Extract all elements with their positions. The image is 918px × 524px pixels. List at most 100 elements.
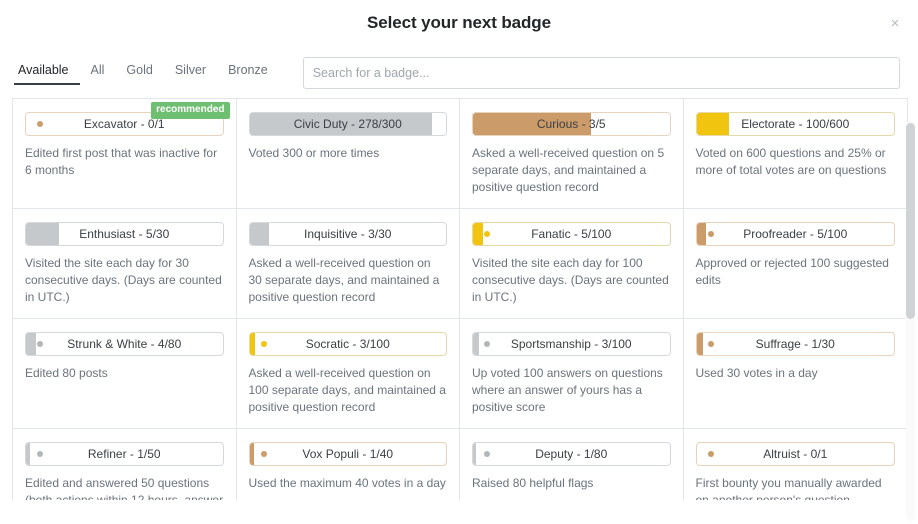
badge-progress-label: Excavator - 0/1 bbox=[83, 117, 165, 131]
badge-filter-tabs: Available All Gold Silver Bronze bbox=[14, 60, 279, 87]
badge-card[interactable]: Altruist - 0/1 First bounty you manually … bbox=[683, 429, 907, 500]
search-input[interactable] bbox=[302, 57, 900, 89]
badge-progress-label: Socratic - 3/100 bbox=[305, 337, 390, 351]
badge-card[interactable]: Electorate - 100/600 Voted on 600 questio… bbox=[683, 99, 907, 209]
badge-progress-label: Civic Duty - 278/300 bbox=[293, 117, 402, 131]
badge-progress-label: Proofreader - 5/100 bbox=[743, 227, 848, 241]
badge-grid: Excavator - 0/1 recommended Edited first p… bbox=[13, 99, 907, 500]
badge-pill-wrapper: Proofreader - 5/100 bbox=[695, 222, 895, 246]
badge-progress-pill[interactable]: Suffrage - 1/30 bbox=[695, 332, 895, 356]
badge-card[interactable]: Fanatic - 5/100 Visited the site each day… bbox=[460, 209, 684, 319]
badge-pill-wrapper: Deputy - 1/80 bbox=[472, 442, 671, 466]
badge-description: Visited the site each day for 100 consec… bbox=[472, 256, 669, 304]
badge-card[interactable]: Suffrage - 1/30 Used 30 votes in a day bbox=[683, 319, 907, 429]
badge-description: Asked a well-received question on 100 se… bbox=[248, 366, 446, 414]
badge-description: Edited first post that was inactive for … bbox=[25, 146, 218, 177]
tab-silver[interactable]: Silver bbox=[164, 60, 217, 85]
badge-card[interactable]: Sportsmanship - 3/100 Up voted 100 answer… bbox=[460, 319, 684, 429]
badge-description: Edited and answered 50 questions (both a… bbox=[25, 476, 224, 500]
badge-pill-wrapper: Strunk & White - 4/80 bbox=[25, 332, 224, 356]
badge-progress-pill[interactable]: Curious - 3/5 bbox=[472, 112, 671, 136]
badge-tier-dot-icon bbox=[707, 231, 714, 237]
badge-progress-label: Fanatic - 5/100 bbox=[531, 227, 612, 241]
badge-description: Raised 80 helpful flags bbox=[472, 476, 594, 490]
tab-available[interactable]: Available bbox=[14, 60, 80, 85]
badge-pill-wrapper: Sportsmanship - 3/100 bbox=[472, 332, 671, 356]
tab-gold[interactable]: Gold bbox=[115, 60, 163, 85]
badge-description: Voted 300 or more times bbox=[248, 146, 380, 160]
badge-progress-label: Curious - 3/5 bbox=[536, 117, 606, 131]
badge-progress-fill bbox=[473, 443, 476, 465]
search-wrapper bbox=[302, 57, 900, 89]
badge-card[interactable]: Enthusiast - 5/30 Visited the site each d… bbox=[13, 209, 237, 319]
badge-card[interactable]: Excavator - 0/1 recommended Edited first p… bbox=[13, 99, 237, 209]
badge-pill-wrapper: Electorate - 100/600 bbox=[695, 112, 895, 136]
badge-pill-wrapper: Socratic - 3/100 bbox=[248, 332, 447, 356]
badge-pill-wrapper: Fanatic - 5/100 bbox=[472, 222, 671, 246]
badge-tier-dot-icon bbox=[260, 451, 267, 457]
badge-progress-fill bbox=[26, 443, 30, 465]
badge-description: Up voted 100 answers on questions where … bbox=[472, 366, 663, 414]
badge-card[interactable]: Deputy - 1/80 Raised 80 helpful flags bbox=[460, 429, 684, 500]
badge-card[interactable]: Proofreader - 5/100 Approved or rejected … bbox=[683, 209, 907, 319]
badge-tier-dot-icon bbox=[37, 341, 43, 347]
badge-progress-label: Sportsmanship - 3/100 bbox=[510, 337, 632, 351]
badge-progress-fill bbox=[696, 333, 704, 355]
badge-progress-pill[interactable]: Vox Populi - 1/40 bbox=[248, 442, 447, 466]
badge-pill-wrapper: Enthusiast - 5/30 bbox=[25, 222, 224, 246]
badge-progress-pill[interactable]: Proofreader - 5/100 bbox=[695, 222, 895, 246]
badge-description: Approved or rejected 100 suggested edits bbox=[695, 256, 889, 287]
badge-description: First bounty you manually awarded on ano… bbox=[695, 476, 882, 500]
close-icon[interactable]: × bbox=[886, 15, 904, 33]
badge-progress-label: Deputy - 1/80 bbox=[535, 447, 608, 461]
tab-bronze[interactable]: Bronze bbox=[217, 60, 279, 85]
scrollbar-thumb[interactable] bbox=[906, 123, 915, 319]
badge-progress-pill[interactable]: Refiner - 1/50 bbox=[25, 442, 224, 466]
badge-description: Asked a well-received question on 5 sepa… bbox=[472, 146, 665, 194]
badge-progress-pill[interactable]: Strunk & White - 4/80 bbox=[25, 332, 224, 356]
badge-description: Used 30 votes in a day bbox=[695, 366, 818, 380]
badge-pill-wrapper: Altruist - 0/1 bbox=[695, 442, 895, 466]
badge-card[interactable]: Vox Populi - 1/40 Used the maximum 40 vot… bbox=[236, 429, 460, 500]
badge-progress-fill bbox=[473, 223, 483, 245]
badge-tier-dot-icon bbox=[484, 341, 490, 347]
badge-progress-label: Vox Populi - 1/40 bbox=[302, 447, 394, 461]
badge-tier-dot-icon bbox=[707, 451, 714, 457]
badge-progress-pill[interactable]: Sportsmanship - 3/100 bbox=[472, 332, 671, 356]
badge-progress-pill[interactable]: Altruist - 0/1 bbox=[695, 442, 895, 466]
badge-card[interactable]: Strunk & White - 4/80 Edited 80 posts bbox=[13, 319, 237, 429]
badge-card[interactable]: Civic Duty - 278/300 Voted 300 or more ti… bbox=[236, 99, 460, 209]
badge-progress-pill[interactable]: Civic Duty - 278/300 bbox=[248, 112, 447, 136]
recommended-ribbon: recommended bbox=[151, 102, 230, 119]
badge-progress-pill[interactable]: Electorate - 100/600 bbox=[695, 112, 895, 136]
filter-bar: Available All Gold Silver Bronze bbox=[0, 48, 918, 98]
badge-progress-label: Altruist - 0/1 bbox=[763, 447, 828, 461]
tab-all[interactable]: All bbox=[80, 60, 116, 85]
badge-progress-pill[interactable]: Inquisitive - 3/30 bbox=[248, 222, 447, 246]
badge-progress-fill bbox=[249, 333, 256, 355]
badge-card[interactable]: Socratic - 3/100 Asked a well-received qu… bbox=[236, 319, 460, 429]
badge-description: Edited 80 posts bbox=[25, 366, 108, 380]
badge-progress-pill[interactable]: Socratic - 3/100 bbox=[248, 332, 447, 356]
badge-progress-fill bbox=[249, 443, 255, 465]
badge-progress-fill bbox=[26, 333, 36, 355]
badge-progress-pill[interactable]: Deputy - 1/80 bbox=[472, 442, 671, 466]
badge-tier-dot-icon bbox=[484, 451, 490, 457]
badge-progress-pill[interactable]: Enthusiast - 5/30 bbox=[25, 222, 224, 246]
badge-progress-label: Enthusiast - 5/30 bbox=[79, 227, 170, 241]
badge-progress-label: Inquisitive - 3/30 bbox=[304, 227, 392, 241]
badge-progress-label: Refiner - 1/50 bbox=[87, 447, 161, 461]
badge-description: Voted on 600 questions and 25% or more o… bbox=[695, 146, 887, 177]
badge-card[interactable]: Inquisitive - 3/30 Asked a well-received … bbox=[236, 209, 460, 319]
badge-progress-fill bbox=[696, 223, 707, 245]
vertical-scrollbar[interactable] bbox=[906, 121, 915, 521]
modal-header: Select your next badge × bbox=[0, 0, 918, 48]
badge-pill-wrapper: Refiner - 1/50 bbox=[25, 442, 224, 466]
badge-grid-scroll-region[interactable]: Excavator - 0/1 recommended Edited first p… bbox=[12, 98, 908, 500]
badge-tier-dot-icon bbox=[707, 341, 714, 347]
badge-card[interactable]: Curious - 3/5 Asked a well-received quest… bbox=[460, 99, 684, 209]
badge-card[interactable]: Refiner - 1/50 Edited and answered 50 que… bbox=[13, 429, 237, 500]
badge-progress-fill bbox=[696, 113, 730, 135]
badge-description: Visited the site each day for 30 consecu… bbox=[25, 256, 222, 304]
badge-progress-pill[interactable]: Fanatic - 5/100 bbox=[472, 222, 671, 246]
